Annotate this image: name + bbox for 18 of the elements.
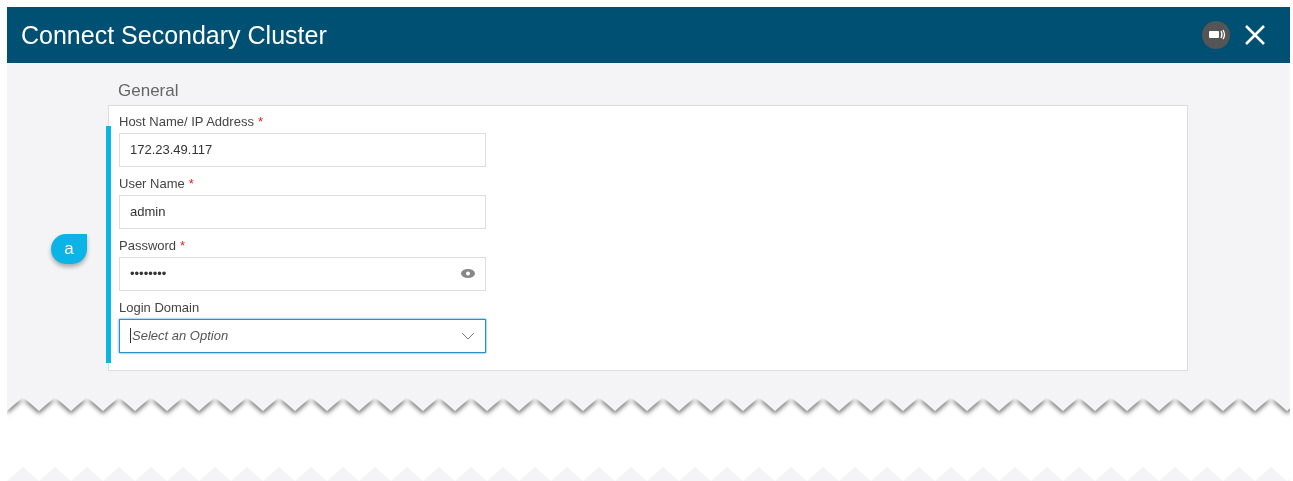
section-title: General xyxy=(118,81,180,102)
password-field[interactable]: •••••••• xyxy=(119,256,486,292)
field-label: Password * xyxy=(119,238,186,256)
required-mark: * xyxy=(188,176,194,192)
close-icon[interactable] xyxy=(1244,24,1266,47)
required-mark: * xyxy=(180,238,186,254)
callout-marker: a xyxy=(51,234,87,265)
input-field[interactable]: admin xyxy=(119,194,486,230)
field-label: Host Name/ IP Address * xyxy=(119,114,263,132)
chevron-down-icon xyxy=(461,331,475,340)
required-mark: * xyxy=(257,114,263,130)
eye-icon[interactable] xyxy=(461,269,475,279)
field-label: Login Domain xyxy=(119,300,200,318)
field-label: User Name * xyxy=(119,176,194,194)
window-title: Connect Secondary Cluster xyxy=(21,20,328,50)
chat-icon[interactable] xyxy=(1202,21,1230,50)
input-field[interactable]: 172.23.49.117 xyxy=(119,132,486,168)
dropdown-field[interactable]: Select an Option xyxy=(119,318,486,354)
